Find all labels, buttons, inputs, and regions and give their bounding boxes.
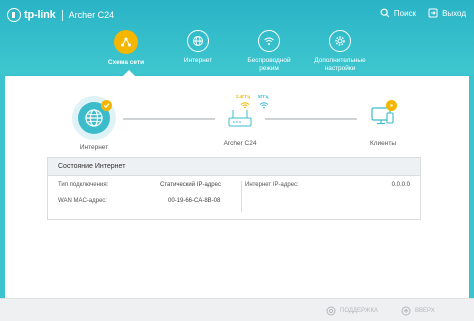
- internet-label: Интернет: [79, 144, 109, 151]
- nav-advanced[interactable]: Дополнительные настройки: [300, 30, 380, 73]
- logout-button[interactable]: Выход: [428, 8, 466, 18]
- router-label: Archer C24: [223, 140, 257, 147]
- support-icon: [326, 306, 336, 316]
- band-24-label: 2.4ГГц: [236, 94, 251, 99]
- internet-status-circle: [72, 96, 116, 140]
- globe-icon: [187, 30, 209, 52]
- top-actions: Поиск Выход: [380, 8, 466, 18]
- connection-type-label: Тип подключения:: [58, 182, 109, 188]
- check-icon: [101, 100, 112, 111]
- arrow-up-icon: [401, 306, 411, 316]
- search-icon: [380, 8, 390, 18]
- internet-ip-value: 0.0.0.0: [391, 182, 410, 188]
- router-node[interactable]: 2.4ГГц 5ГГц Archer C24: [212, 94, 269, 147]
- nav-label: Интернет: [183, 57, 213, 64]
- band-5-label: 5ГГц: [258, 94, 269, 99]
- back-to-top-link[interactable]: ВВЕРХ: [401, 306, 435, 316]
- clients-label: Клиенты: [369, 140, 397, 147]
- model-name: Archer C24: [68, 10, 115, 20]
- nav-label: Дополнительные настройки: [314, 57, 366, 72]
- logout-label: Выход: [442, 8, 466, 18]
- wifi-icon: [258, 30, 280, 52]
- clients-node[interactable]: Клиенты: [358, 96, 408, 147]
- logout-icon: [428, 8, 438, 18]
- search-label: Поиск: [393, 8, 417, 18]
- internet-status-card: Состояние Интернет Тип подключения: Стат…: [47, 157, 421, 220]
- card-divider: [241, 181, 242, 212]
- router-graphic: 2.4ГГц 5ГГц: [220, 94, 268, 136]
- nav-wireless[interactable]: Беспроводной режим: [229, 30, 309, 73]
- nav-label: Беспроводной режим: [247, 57, 291, 72]
- card-title: Состояние Интернет: [48, 158, 420, 176]
- connection-type-value: Статический IP-адрес: [160, 182, 221, 188]
- connection-line: [265, 118, 357, 120]
- search-button[interactable]: Поиск: [380, 8, 416, 18]
- nav-network-map[interactable]: Схема сети: [86, 30, 166, 67]
- main-nav: Схема сети Интернет Беспроводной режим Д…: [0, 30, 474, 74]
- router-icon: [228, 110, 252, 127]
- network-map-icon: [114, 30, 138, 54]
- card-body: Тип подключения: Статический IP-адрес WA…: [48, 176, 420, 219]
- nav-internet[interactable]: Интернет: [158, 30, 238, 65]
- clients-badge-icon: [386, 100, 397, 111]
- internet-node[interactable]: Интернет: [69, 96, 119, 151]
- wifi-5-icon: [259, 102, 269, 109]
- connection-line: [123, 118, 215, 120]
- brand-name: tp-link: [24, 9, 56, 21]
- wan-mac-value: 00-19-66-CA-8B-08: [168, 198, 221, 204]
- footer: ПОДДЕРЖКА ВВЕРХ: [0, 298, 474, 321]
- support-label: ПОДДЕРЖКА: [340, 308, 378, 314]
- top-label: ВВЕРХ: [415, 308, 435, 314]
- brand-separator: [61, 9, 63, 21]
- header: tp-link Archer C24 Поиск Выход Схема сет…: [0, 0, 474, 74]
- nav-label: Схема сети: [107, 59, 145, 66]
- internet-ip-label: Интернет IP-адрес:: [245, 182, 299, 188]
- clients-graphic: [363, 96, 403, 136]
- main-panel: Интернет 2.4ГГц 5ГГц Archer C24 Клиенты …: [5, 76, 469, 298]
- network-topology: Интернет 2.4ГГц 5ГГц Archer C24 Клиенты: [5, 76, 469, 156]
- tp-link-logo-icon: [7, 8, 21, 22]
- support-link[interactable]: ПОДДЕРЖКА: [326, 306, 378, 316]
- brand: tp-link Archer C24: [7, 8, 114, 22]
- gear-icon: [329, 30, 351, 52]
- globe-icon: [85, 109, 103, 127]
- wifi-24-icon: [240, 102, 250, 109]
- wan-mac-label: WAN MAC-адрес:: [58, 198, 107, 204]
